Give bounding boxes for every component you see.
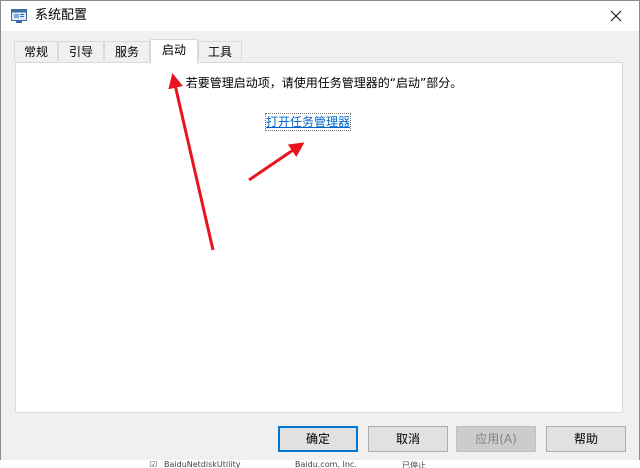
tab-startup[interactable]: 启动: [150, 39, 198, 64]
background-row-status: 已停止: [402, 461, 426, 468]
msconfig-icon: [11, 8, 27, 23]
tab-boot[interactable]: 引导: [58, 41, 104, 61]
system-configuration-window: 系统配置 常规 引导 服务 启动 工具 若要管理启动项，请使用任务管理器的“启动…: [0, 0, 640, 468]
tab-general[interactable]: 常规: [14, 41, 58, 61]
window-title: 系统配置: [35, 8, 88, 23]
close-button[interactable]: [593, 1, 639, 31]
background-row-company: Baidu.com, Inc.: [295, 460, 357, 468]
title-bar: 系统配置: [1, 1, 639, 31]
ok-button[interactable]: 确定: [278, 426, 358, 452]
checkbox-icon: ☑: [150, 460, 158, 468]
tab-services[interactable]: 服务: [104, 41, 150, 61]
startup-info-text: 若要管理启动项，请使用任务管理器的“启动”部分。: [185, 76, 463, 90]
cancel-button[interactable]: 取消: [368, 426, 448, 452]
startup-tab-panel: 若要管理启动项，请使用任务管理器的“启动”部分。 打开任务管理器: [15, 62, 623, 413]
background-row-name: BaiduNetdiskUtility: [164, 460, 241, 468]
background-window-row: ☑ BaiduNetdiskUtility Baidu.com, Inc. 已停…: [0, 460, 640, 468]
apply-button[interactable]: 应用(A): [456, 426, 536, 452]
tab-tools[interactable]: 工具: [198, 41, 242, 61]
close-icon: [610, 10, 622, 22]
open-task-manager-link[interactable]: 打开任务管理器: [264, 113, 352, 131]
help-button[interactable]: 帮助: [546, 426, 626, 452]
